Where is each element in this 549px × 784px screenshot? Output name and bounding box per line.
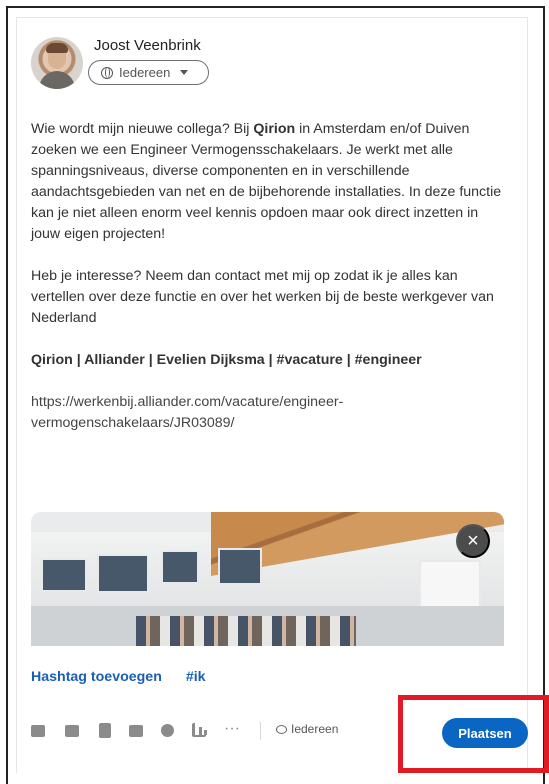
video-icon[interactable]	[65, 725, 79, 737]
post-paragraph-2: Heb je interesse? Neem dan contact met m…	[31, 268, 494, 326]
remove-image-button[interactable]: ×	[456, 524, 490, 558]
avatar-hair	[46, 43, 68, 53]
visibility-dropdown[interactable]: Iedereen	[88, 60, 209, 85]
attached-image-preview	[31, 512, 504, 646]
suggested-hashtag[interactable]: #ik	[186, 669, 206, 685]
image-window	[97, 554, 149, 593]
paragraph-text: in Amsterdam en/of Duiven zoeken we een …	[31, 121, 502, 242]
image-window	[161, 550, 199, 584]
poll-icon[interactable]	[192, 723, 207, 737]
author-avatar	[31, 37, 83, 89]
hashtag-row: Hashtag toevoegen #ik	[31, 669, 226, 685]
author-name: Joost Veenbrink	[94, 37, 201, 54]
photo-icon[interactable]	[31, 725, 45, 737]
comment-visibility-button[interactable]: Iedereen	[276, 720, 338, 738]
avatar-shoulders	[39, 71, 75, 89]
post-editor[interactable]: Wie wordt mijn nieuwe collega? Bij Qirio…	[31, 119, 511, 434]
toolbar-divider	[260, 722, 261, 740]
company-mention: Qirion	[253, 121, 296, 137]
paragraph-text: Wie wordt mijn nieuwe collega? Bij	[31, 121, 254, 137]
comment-icon	[276, 725, 287, 734]
celebrate-icon[interactable]	[161, 724, 174, 737]
comment-visibility-label: Iedereen	[291, 722, 339, 736]
more-options-icon[interactable]: ···	[224, 720, 250, 738]
highlight-annotation	[398, 695, 549, 773]
image-window	[41, 558, 87, 592]
add-hashtag-link[interactable]: Hashtag toevoegen	[31, 669, 162, 685]
mentions-tags-line: Qirion | Alliander | Evelien Dijksma | #…	[31, 352, 422, 368]
chevron-down-icon	[180, 70, 189, 75]
briefcase-icon[interactable]	[129, 725, 143, 737]
visibility-label: Iedereen	[119, 65, 171, 80]
post-url: https://werkenbij.alliander.com/vacature…	[31, 394, 344, 431]
image-people	[136, 616, 356, 646]
globe-icon	[101, 66, 113, 79]
image-window	[218, 548, 262, 585]
document-icon[interactable]	[99, 723, 111, 738]
post-paragraph-1: Wie wordt mijn nieuwe collega? Bij Qirio…	[31, 119, 511, 245]
